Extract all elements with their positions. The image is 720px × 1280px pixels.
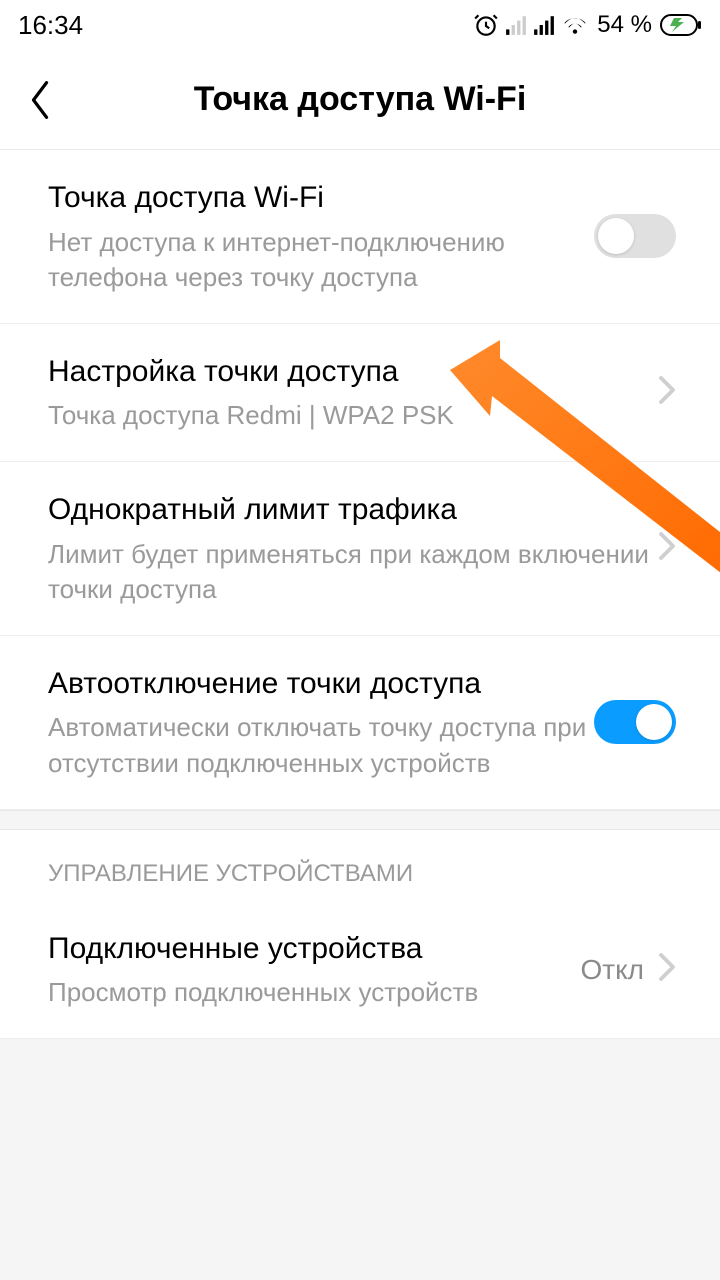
item-title: Автоотключение точки доступа: [48, 664, 594, 705]
connected-devices-item[interactable]: Подключенные устройства Просмотр подключ…: [0, 901, 720, 1040]
status-bar: 16:34 54 %: [0, 0, 720, 50]
item-text: Подключенные устройства Просмотр подключ…: [48, 929, 580, 1011]
signal-1-icon: [505, 14, 527, 36]
item-text: Точка доступа Wi-Fi Нет доступа к интерн…: [48, 178, 594, 295]
chevron-right-icon: [658, 531, 676, 566]
battery-charging-icon: [660, 14, 702, 36]
item-title: Подключенные устройства: [48, 929, 580, 970]
item-title: Однократный лимит трафика: [48, 490, 658, 531]
auto-off-item[interactable]: Автоотключение точки доступа Автоматичес…: [0, 636, 720, 810]
hotspot-toggle-item[interactable]: Точка доступа Wi-Fi Нет доступа к интерн…: [0, 150, 720, 324]
hotspot-toggle[interactable]: [594, 214, 676, 258]
item-text: Автоотключение точки доступа Автоматичес…: [48, 664, 594, 781]
signal-2-icon: [533, 14, 555, 36]
page-header: Точка доступа Wi-Fi: [0, 50, 720, 150]
item-title: Точка доступа Wi-Fi: [48, 178, 594, 219]
item-subtitle: Просмотр подключенных устройств: [48, 975, 580, 1010]
auto-off-toggle[interactable]: [594, 700, 676, 744]
item-text: Настройка точки доступа Точка доступа Re…: [48, 352, 658, 434]
item-subtitle: Автоматически отключать точку доступа пр…: [48, 710, 594, 780]
alarm-icon: [473, 12, 499, 38]
section-header-devices: УПРАВЛЕНИЕ УСТРОЙСТВАМИ: [0, 830, 720, 901]
chevron-right-icon: [658, 952, 676, 987]
traffic-limit-item[interactable]: Однократный лимит трафика Лимит будет пр…: [0, 462, 720, 636]
page-title: Точка доступа Wi-Fi: [0, 80, 720, 119]
back-button[interactable]: [0, 50, 80, 149]
item-title: Настройка точки доступа: [48, 352, 658, 393]
item-subtitle: Лимит будет применяться при каждом включ…: [48, 537, 658, 607]
item-text: Однократный лимит трафика Лимит будет пр…: [48, 490, 658, 607]
settings-list: Точка доступа Wi-Fi Нет доступа к интерн…: [0, 150, 720, 810]
hotspot-setup-item[interactable]: Настройка точки доступа Точка доступа Re…: [0, 324, 720, 463]
item-subtitle: Точка доступа Redmi | WPA2 PSK: [48, 398, 658, 433]
status-icons: 54 %: [473, 11, 702, 39]
chevron-left-icon: [27, 78, 53, 122]
section-divider: [0, 810, 720, 830]
chevron-right-icon: [658, 375, 676, 410]
wifi-icon: [561, 14, 589, 36]
status-time: 16:34: [18, 10, 83, 41]
item-subtitle: Нет доступа к интернет-подключению телеф…: [48, 225, 594, 295]
item-value: Откл: [580, 954, 644, 986]
battery-percent: 54 %: [597, 11, 652, 39]
devices-list: Подключенные устройства Просмотр подключ…: [0, 901, 720, 1040]
